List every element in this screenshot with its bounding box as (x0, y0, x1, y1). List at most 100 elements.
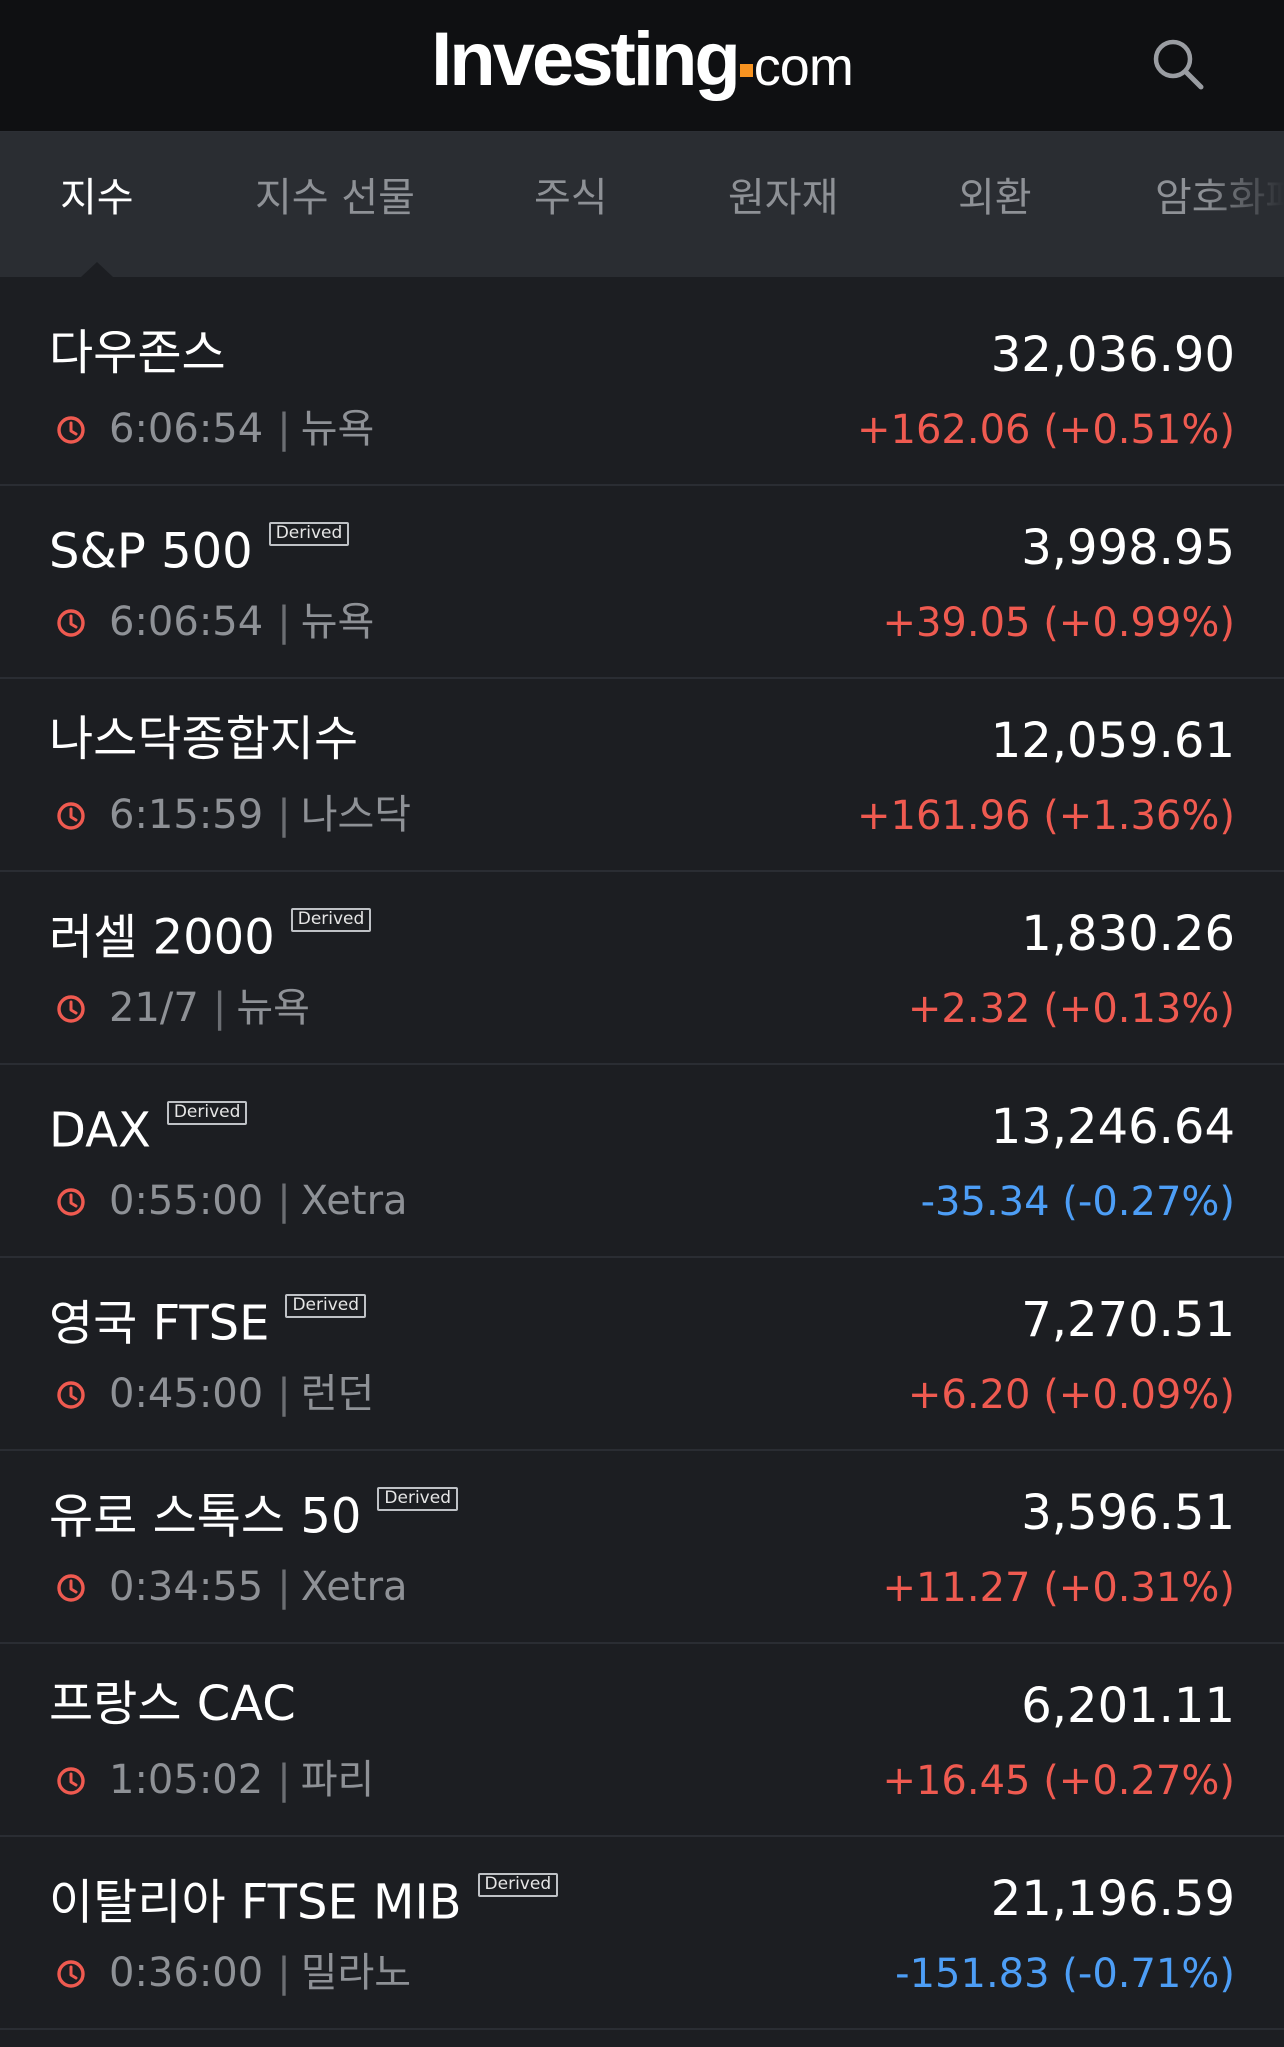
index-price: 3,998.95 (1021, 520, 1235, 576)
index-change: -35.34 (-0.27%) (920, 1179, 1235, 1225)
active-tab-indicator (81, 262, 113, 277)
index-row[interactable]: 다우존스 6:06:54 | 뉴욕 32,036.90 +162.06 (+0.51%) (0, 293, 1284, 486)
update-time: 0:45:00 (109, 1371, 264, 1417)
clock-icon (57, 995, 85, 1023)
index-name-line: 영국 FTSE Derived (49, 1294, 367, 1348)
meta-separator: | (277, 792, 291, 838)
exchange-name: 뉴욕 (236, 985, 310, 1031)
index-row[interactable]: 나스닥종합지수 6:15:59 | 나스닥 12,059.61 +161.96 (+1.3… (0, 679, 1284, 872)
index-price: 3,596.51 (1021, 1485, 1235, 1541)
index-change: -151.83 (-0.71%) (895, 1951, 1235, 1997)
index-meta: 0:45:00 | 런던 (55, 1374, 374, 1414)
clock-icon (57, 1574, 85, 1602)
update-time: 0:55:00 (109, 1178, 264, 1224)
index-row[interactable]: 유로 스톡스 50 Derived 0:34:55 | Xetra 3,596.51 +11… (0, 1451, 1284, 1644)
index-change: +16.45 (+0.27%) (882, 1758, 1235, 1804)
meta-separator: | (277, 1950, 291, 1996)
clock-icon (57, 1960, 85, 1988)
app-header: Investing com (0, 0, 1284, 132)
index-meta: 0:34:55 | Xetra (55, 1567, 408, 1607)
tabs-fade (1204, 132, 1284, 277)
index-price: 1,830.26 (1021, 906, 1235, 962)
clock-icon (57, 416, 85, 444)
index-change: +162.06 (+0.51%) (857, 407, 1235, 453)
category-tabs: 지수 지수 선물 주식 원자재 외환 암호화폐 (0, 132, 1284, 277)
derived-badge: Derived (290, 908, 372, 932)
derived-badge: Derived (477, 1873, 559, 1897)
index-name-line: 나스닥종합지수 (49, 715, 358, 763)
update-time: 6:06:54 (109, 599, 264, 645)
derived-badge: Derived (166, 1101, 248, 1125)
clock-icon (57, 609, 85, 637)
exchange-name: Xetra (300, 1564, 408, 1610)
clock-icon (57, 802, 85, 830)
exchange-name: 런던 (300, 1371, 375, 1417)
exchange-name: 밀라노 (300, 1950, 412, 1996)
exchange-name: 나스닥 (300, 792, 412, 838)
index-price: 6,201.11 (1021, 1678, 1235, 1734)
meta-separator: | (277, 406, 291, 452)
index-row[interactable]: DAX Derived 0:55:00 | Xetra 13,246.64 -35.34 (… (0, 1065, 1284, 1258)
tab-index-futures[interactable]: 지수 선물 (255, 178, 415, 218)
tab-stocks[interactable]: 주식 (534, 178, 608, 218)
index-meta: 0:36:00 | 밀라노 (55, 1953, 411, 1993)
tab-indices[interactable]: 지수 (60, 178, 134, 218)
exchange-name: 뉴욕 (300, 406, 375, 452)
index-change: +6.20 (+0.09%) (907, 1372, 1235, 1418)
update-time: 21/7 (109, 985, 199, 1031)
index-meta: 1:05:02 | 파리 (55, 1760, 374, 1800)
index-name: 이탈리아 FTSE MIB (49, 1874, 462, 1931)
index-row[interactable]: 영국 FTSE Derived 0:45:00 | 런던 7,270.51 +6.20 (+… (0, 1258, 1284, 1451)
clock-icon (57, 1188, 85, 1216)
index-change: +2.32 (+0.13%) (907, 986, 1235, 1032)
index-name-line: DAX Derived (49, 1101, 248, 1155)
clock-icon (57, 1767, 85, 1795)
index-price: 32,036.90 (990, 327, 1235, 383)
meta-separator: | (277, 1178, 291, 1224)
index-meta: 0:55:00 | Xetra (55, 1181, 408, 1221)
logo-dot (739, 64, 753, 77)
index-meta: 6:06:54 | 뉴욕 (55, 602, 374, 642)
tab-forex[interactable]: 외환 (958, 178, 1032, 218)
update-time: 1:05:02 (109, 1757, 264, 1803)
update-time: 0:34:55 (109, 1564, 264, 1610)
index-row[interactable]: 이탈리아 FTSE MIB Derived 0:36:00 | 밀라노 21,196.59… (0, 1837, 1284, 2030)
update-time: 6:06:54 (109, 406, 264, 452)
index-name-line: 이탈리아 FTSE MIB Derived (49, 1873, 559, 1927)
index-change: +39.05 (+0.99%) (882, 600, 1235, 646)
index-meta: 6:15:59 | 나스닥 (55, 795, 411, 835)
index-change: +161.96 (+1.36%) (857, 793, 1235, 839)
index-name: 영국 FTSE (49, 1295, 270, 1352)
index-meta: 21/7 | 뉴욕 (55, 988, 310, 1028)
index-row[interactable]: S&P 500 Derived 6:06:54 | 뉴욕 3,998.95 +39.05 (… (0, 486, 1284, 679)
update-time: 6:15:59 (109, 792, 264, 838)
investing-logo[interactable]: Investing com (0, 22, 1284, 98)
meta-separator: | (277, 1371, 291, 1417)
logo-wordmark: Investing (431, 17, 741, 102)
derived-badge: Derived (285, 1294, 367, 1318)
exchange-name: Xetra (300, 1178, 408, 1224)
meta-separator: | (277, 1564, 291, 1610)
index-row[interactable]: 프랑스 CAC 1:05:02 | 파리 6,201.11 +16.45 (+0.27%) (0, 1644, 1284, 1837)
exchange-name: 파리 (300, 1757, 375, 1803)
tab-commodities[interactable]: 원자재 (728, 178, 838, 218)
index-name: 다우존스 (49, 325, 226, 381)
index-name: S&P 500 (49, 523, 253, 580)
index-price: 21,196.59 (990, 1871, 1235, 1927)
meta-separator: | (212, 985, 227, 1031)
index-row[interactable]: 러셀 2000 Derived 21/7 | 뉴욕 1,830.26 +2.32 (+0.1… (0, 872, 1284, 1065)
index-name: 러셀 2000 (49, 909, 275, 966)
index-price: 13,246.64 (990, 1099, 1235, 1155)
clock-icon (57, 1381, 85, 1409)
logo-com: com (753, 37, 854, 97)
meta-separator: | (277, 599, 291, 645)
index-name: 나스닥종합지수 (49, 711, 359, 767)
index-meta: 6:06:54 | 뉴욕 (55, 409, 374, 449)
update-time: 0:36:00 (109, 1950, 264, 1996)
derived-badge: Derived (377, 1487, 458, 1511)
derived-badge: Derived (268, 522, 350, 546)
index-name-line: 유로 스톡스 50 Derived (49, 1487, 458, 1541)
index-name-line: 러셀 2000 Derived (49, 908, 372, 962)
index-name-line: 다우존스 (49, 329, 226, 377)
search-icon[interactable] (1148, 34, 1208, 94)
